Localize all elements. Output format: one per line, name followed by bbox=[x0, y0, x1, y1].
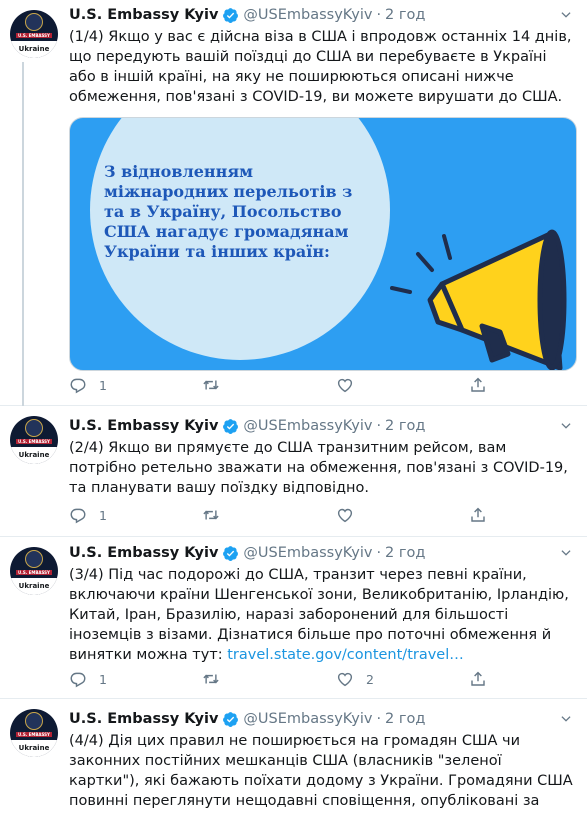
share-button[interactable] bbox=[469, 668, 509, 690]
tweet-header: U.S. Embassy Kyiv @USEmbassyKyiv · 2 год bbox=[69, 711, 426, 727]
tweet-3[interactable]: U.S. EMBASSY Ukraine U.S. Embassy Kyiv @… bbox=[0, 537, 587, 699]
avatar-band-text: U.S. EMBASSY bbox=[18, 732, 50, 737]
tweet-timestamp[interactable]: 2 год bbox=[385, 711, 425, 727]
like-count: 2 bbox=[365, 671, 374, 687]
chevron-down-icon[interactable] bbox=[559, 419, 573, 433]
share-button[interactable] bbox=[469, 504, 509, 526]
author-name[interactable]: U.S. Embassy Kyiv bbox=[69, 711, 218, 727]
tweet-text: (3/4) Під час подорожі до США, транзит ч… bbox=[69, 565, 573, 665]
reply-count: 1 bbox=[99, 377, 107, 393]
tweet-4[interactable]: U.S. EMBASSY Ukraine U.S. Embassy Kyiv @… bbox=[0, 699, 587, 816]
avatar-band-text: U.S. EMBASSY bbox=[18, 33, 50, 38]
avatar[interactable]: U.S. EMBASSY Ukraine bbox=[10, 416, 58, 464]
reply-count: 1 bbox=[99, 507, 107, 523]
author-name[interactable]: U.S. Embassy Kyiv bbox=[69, 418, 218, 434]
tweet-timestamp[interactable]: 2 год bbox=[385, 7, 425, 23]
like-button[interactable] bbox=[336, 374, 469, 396]
retweet-icon bbox=[203, 674, 220, 684]
share-icon bbox=[471, 671, 486, 686]
tweet-link[interactable]: travel.state.gov/content/travel… bbox=[227, 647, 464, 663]
avatar[interactable]: U.S. EMBASSY Ukraine bbox=[10, 547, 58, 595]
avatar-country: Ukraine bbox=[18, 451, 50, 459]
thread-connector bbox=[22, 62, 24, 406]
retweet-button[interactable] bbox=[202, 374, 335, 396]
avatar-country: Ukraine bbox=[18, 744, 50, 752]
avatar-country: Ukraine bbox=[18, 45, 50, 53]
tweet-header: U.S. Embassy Kyiv @USEmbassyKyiv · 2 год bbox=[69, 7, 426, 23]
author-handle[interactable]: @USEmbassyKyiv bbox=[243, 545, 372, 561]
author-handle[interactable]: @USEmbassyKyiv bbox=[243, 7, 372, 23]
author-name[interactable]: U.S. Embassy Kyiv bbox=[69, 7, 218, 23]
like-button[interactable]: 2 bbox=[336, 668, 469, 690]
tweet-2[interactable]: U.S. EMBASSY Ukraine U.S. Embassy Kyiv @… bbox=[0, 406, 587, 537]
tweet-media-image[interactable]: З відновленням міжнародних перельотів з … bbox=[69, 117, 577, 371]
retweet-button[interactable] bbox=[202, 668, 335, 690]
reply-button[interactable]: 1 bbox=[69, 374, 202, 396]
tweet-text: (4/4) Дія цих правил не поширюється на г… bbox=[69, 733, 573, 816]
share-button[interactable] bbox=[469, 374, 509, 396]
avatar-band-text: U.S. EMBASSY bbox=[18, 570, 50, 575]
tweet-timestamp[interactable]: 2 год bbox=[385, 418, 425, 434]
verified-badge-icon bbox=[223, 7, 239, 23]
tweet-header: U.S. Embassy Kyiv @USEmbassyKyiv · 2 год bbox=[69, 545, 426, 561]
tweet-1[interactable]: U.S. EMBASSY Ukraine U.S. Embassy Kyiv @… bbox=[0, 0, 587, 406]
media-headline: З відновленням міжнародних перельотів з … bbox=[104, 162, 353, 261]
author-handle[interactable]: @USEmbassyKyiv bbox=[243, 711, 372, 727]
avatar[interactable]: U.S. EMBASSY Ukraine bbox=[10, 709, 58, 757]
heart-icon bbox=[337, 378, 353, 393]
retweet-icon bbox=[203, 510, 220, 520]
tweet-actions: 1 bbox=[69, 374, 509, 396]
heart-icon bbox=[337, 508, 353, 523]
embassy-seal-icon bbox=[25, 13, 43, 31]
tweet-text: (2/4) Якщо ви прямуєте до США транзитним… bbox=[69, 440, 568, 496]
author-handle[interactable]: @USEmbassyKyiv bbox=[243, 418, 372, 434]
embassy-seal-icon bbox=[25, 550, 43, 568]
share-icon bbox=[471, 507, 486, 522]
avatar-country: Ukraine bbox=[18, 582, 50, 590]
tweet-actions: 1 2 bbox=[69, 668, 509, 690]
tweet-timeline: U.S. EMBASSY Ukraine U.S. Embassy Kyiv @… bbox=[0, 0, 587, 816]
verified-badge-icon bbox=[223, 545, 239, 561]
chevron-down-icon[interactable] bbox=[559, 8, 573, 22]
reply-icon bbox=[70, 378, 86, 394]
verified-badge-icon bbox=[223, 711, 239, 727]
avatar[interactable]: U.S. EMBASSY Ukraine bbox=[10, 10, 58, 58]
megaphone-icon bbox=[390, 229, 567, 370]
embassy-seal-icon bbox=[25, 712, 43, 730]
reply-button[interactable]: 1 bbox=[69, 668, 202, 690]
reply-button[interactable]: 1 bbox=[69, 504, 202, 526]
reply-icon bbox=[70, 672, 86, 688]
embassy-seal-icon bbox=[25, 419, 43, 437]
tweet-header: U.S. Embassy Kyiv @USEmbassyKyiv · 2 год bbox=[69, 418, 426, 434]
author-name[interactable]: U.S. Embassy Kyiv bbox=[69, 545, 218, 561]
tweet-text: (1/4) Якщо у вас є дійсна віза в США і в… bbox=[69, 29, 572, 105]
reply-count: 1 bbox=[99, 671, 107, 687]
share-icon bbox=[471, 377, 486, 392]
like-button[interactable] bbox=[336, 504, 469, 526]
chevron-down-icon[interactable] bbox=[559, 712, 573, 726]
retweet-icon bbox=[203, 380, 220, 390]
chevron-down-icon[interactable] bbox=[559, 546, 573, 560]
verified-badge-icon bbox=[223, 418, 239, 434]
tweet-actions: 1 bbox=[69, 504, 509, 526]
reply-icon bbox=[70, 508, 86, 524]
avatar-band-text: U.S. EMBASSY bbox=[18, 439, 50, 444]
tweet-timestamp[interactable]: 2 год bbox=[385, 545, 425, 561]
retweet-button[interactable] bbox=[202, 504, 335, 526]
heart-icon bbox=[337, 672, 353, 687]
